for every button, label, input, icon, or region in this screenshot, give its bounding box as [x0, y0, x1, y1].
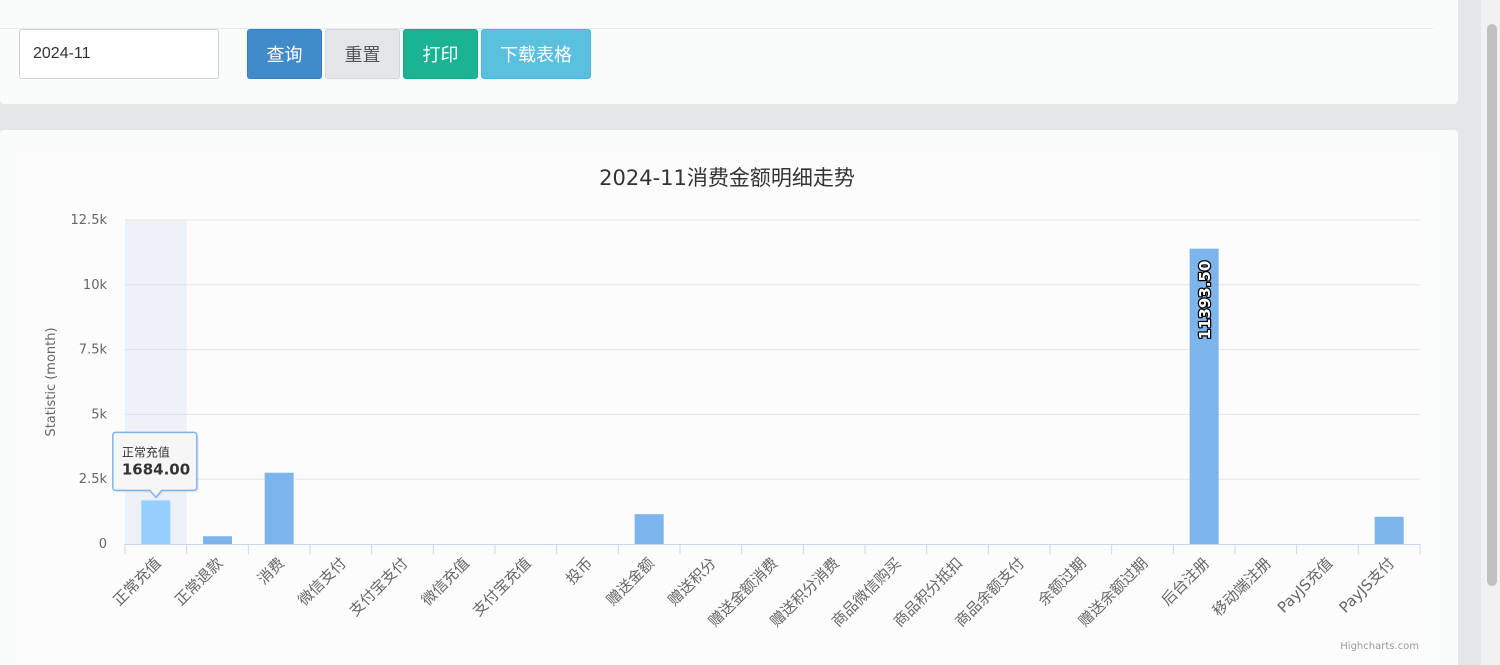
y-tick-label-2: 5k: [91, 407, 107, 422]
x-tick-label-8: 赠送金额: [603, 554, 658, 609]
y-axis-title: Statistic (month): [44, 327, 59, 436]
y-tick-label-1: 2.5k: [79, 472, 108, 487]
scrollbar-thumb[interactable]: [1487, 24, 1497, 586]
x-tick-label-7: 投币: [562, 554, 596, 588]
chart-title: 2024-11消费金额明细走势: [599, 166, 855, 190]
x-tick-label-1: 正常退款: [171, 554, 226, 609]
x-tick-label-18: 移动端注册: [1209, 554, 1275, 620]
y-tick-label-0: 0: [99, 537, 107, 552]
tooltip-category: 正常充值: [122, 444, 170, 459]
y-tick-label-4: 10k: [83, 278, 108, 293]
bar-0: [141, 500, 171, 544]
bar-2: [264, 472, 294, 544]
data-label-17: 11393.50: [1196, 261, 1214, 340]
bar-chart: 02.5k5k7.5k10k12.5k正常充值 正常退款 消费 微信支付支付宝支付 微信…: [44, 166, 1421, 652]
x-tick-label-19: PayJS充值: [1274, 554, 1337, 617]
x-tick-label-6: 支付宝充值: [469, 554, 535, 620]
tooltip-value: 1684.00: [122, 460, 190, 478]
x-tick-label-5: 微信充值: [418, 554, 473, 609]
x-tick-label-17: 后台注册: [1158, 554, 1213, 609]
axes: [124, 544, 1421, 554]
x-tick-label-0: 正常充值: [109, 554, 164, 609]
x-tick-label-3: 微信支付: [294, 554, 349, 609]
credits-link[interactable]: Highcharts.com: [1340, 641, 1419, 652]
tooltip: 正常充值1684.00: [112, 431, 199, 500]
x-tick-label-15: 余额过期: [1034, 554, 1089, 609]
bar-20: [1374, 516, 1404, 544]
y-tick-label-3: 7.5k: [79, 343, 108, 358]
x-tick-label-2: 消费: [254, 554, 288, 588]
y-tick-label-5: 12.5k: [71, 213, 108, 228]
bars: [141, 248, 1404, 544]
x-tick-label-20: PayJS支付: [1335, 554, 1398, 617]
gridlines: [125, 219, 1420, 480]
x-tick-label-4: 支付宝支付: [346, 554, 412, 620]
bar-8: [634, 514, 664, 544]
x-tick-label-9: 赠送积分: [664, 554, 719, 609]
bar-1: [203, 536, 232, 544]
